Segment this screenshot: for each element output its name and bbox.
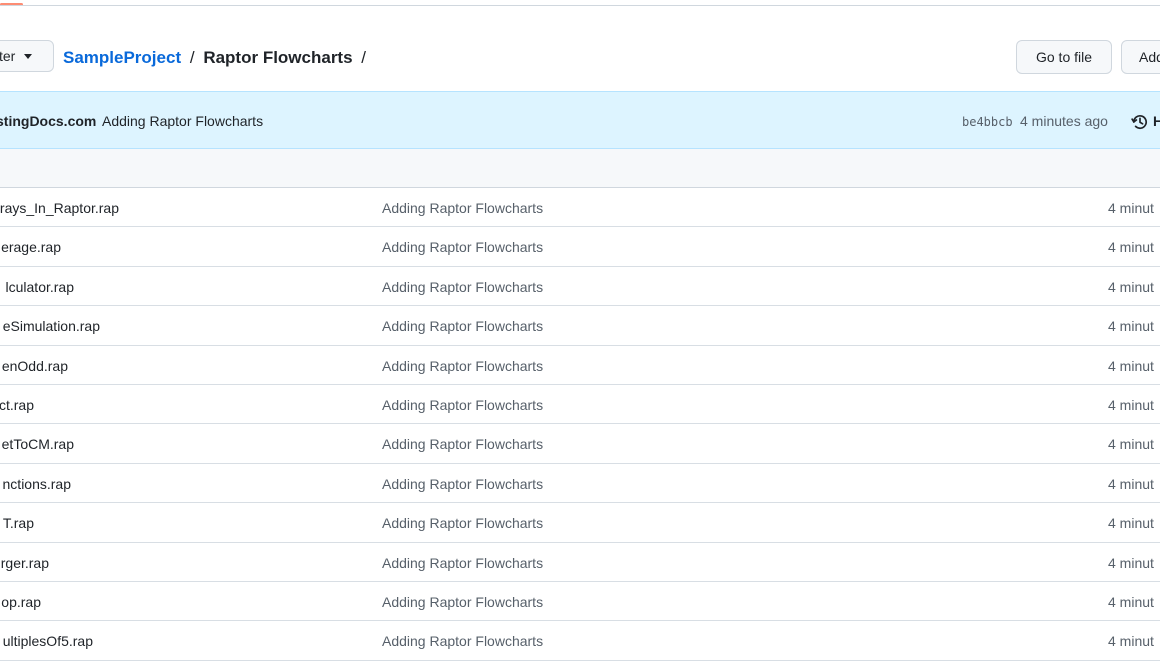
file-commit-message-link[interactable]: Adding Raptor Flowcharts [382,633,543,649]
file-commit-message-link[interactable]: Adding Raptor Flowcharts [382,515,543,531]
breadcrumb-current-folder: Raptor Flowcharts [203,48,353,67]
go-to-file-button[interactable]: Go to file [1016,40,1112,74]
file-commit-time: 4 minut [1108,200,1154,216]
file-commit-time: 4 minut [1108,515,1154,532]
file-name-cell: lculator.rap [0,267,140,306]
file-name-link[interactable]: T.rap [3,515,34,531]
file-row[interactable]: rger.rap Adding Raptor Flowcharts 4 minut [0,542,1160,582]
file-commit-message-link[interactable]: Adding Raptor Flowcharts [382,476,543,492]
file-commit-time: 4 minut [1108,554,1154,571]
file-commit-message-link[interactable]: Adding Raptor Flowcharts [382,239,543,255]
file-commit-time: 4 minut [1108,357,1154,374]
file-row[interactable]: T.rap Adding Raptor Flowcharts 4 minut [0,503,1160,543]
file-name-link[interactable]: rays_In_Raptor.rap [0,200,119,216]
file-commit-message-link[interactable]: Adding Raptor Flowcharts [382,318,543,334]
file-name-cell: nctions.rap [0,464,140,503]
file-commit-message-link[interactable]: Adding Raptor Flowcharts [382,279,543,295]
breadcrumb-repo-link[interactable]: SampleProject [63,48,181,67]
commit-author-link[interactable]: stingDocs.com [0,113,96,129]
file-row[interactable]: ultiplesOf5.rap Adding Raptor Flowcharts 4… [0,621,1160,661]
file-name-link[interactable]: op.rap [1,594,41,610]
file-name-cell: erage.rap [0,227,140,266]
branch-selector-button[interactable]: ter [0,40,54,72]
file-commit-time: 4 minut [1108,397,1154,413]
file-name-cell: eSimulation.rap [0,306,140,345]
breadcrumb-separator: / [361,48,367,67]
file-commit-time: 4 minut [1108,436,1154,453]
file-row[interactable]: etToCM.rap Adding Raptor Flowcharts 4 minu… [0,424,1160,464]
file-commit-time: 4 minut [1108,633,1154,650]
file-row[interactable]: op.rap Adding Raptor Flowcharts 4 minut [0,582,1160,622]
branch-selector-label: ter [0,48,16,64]
caret-down-icon [24,53,33,59]
commit-sha-link[interactable]: be4bbcb [962,115,1013,129]
file-commit-message-link[interactable]: Adding Raptor Flowcharts [382,358,543,374]
breadcrumb: SampleProject / Raptor Flowcharts / [63,47,370,69]
file-row[interactable]: lculator.rap Adding Raptor Flowcharts 4 mi… [0,266,1160,307]
file-row[interactable]: ct.rap Adding Raptor Flowcharts 4 minut [0,385,1160,425]
file-commit-message-link[interactable]: Adding Raptor Flowcharts [382,436,543,452]
file-name-link[interactable]: nctions.rap [3,476,71,492]
file-name-cell: enOdd.rap [0,346,140,385]
file-name-link[interactable]: ultiplesOf5.rap [3,633,93,649]
file-row[interactable]: rays_In_Raptor.rap Adding Raptor Flowchar… [0,188,1160,228]
file-commit-message-link[interactable]: Adding Raptor Flowcharts [382,555,543,571]
file-name-cell: op.rap [0,582,140,621]
file-row[interactable]: eSimulation.rap Adding Raptor Flowcharts 4… [0,306,1160,346]
file-row[interactable]: nctions.rap Adding Raptor Flowcharts 4 min… [0,463,1160,504]
file-commit-message-link[interactable]: Adding Raptor Flowcharts [382,200,543,216]
file-name-link[interactable]: ct.rap [0,397,34,413]
file-commit-time: 4 minut [1108,278,1154,295]
file-commit-time: 4 minut [1108,475,1154,492]
add-file-button[interactable]: Add [1121,40,1160,74]
file-name-cell: rays_In_Raptor.rap [0,188,140,227]
tab-bar-divider [0,5,1160,6]
file-commit-time: 4 minut [1108,318,1154,335]
file-commit-message-link[interactable]: Adding Raptor Flowcharts [382,594,543,610]
file-name-cell: rger.rap [0,543,140,582]
file-name-link[interactable]: eSimulation.rap [3,318,100,334]
file-name-link[interactable]: erage.rap [1,239,61,255]
commit-message-link[interactable]: Adding Raptor Flowcharts [102,113,263,129]
file-name-link[interactable]: etToCM.rap [2,436,74,452]
file-name-cell: ct.rap [0,385,140,424]
file-name-link[interactable]: rger.rap [1,555,49,571]
file-row[interactable]: erage.rap Adding Raptor Flowcharts 4 minut [0,227,1160,267]
file-name-cell: etToCM.rap [0,424,140,463]
file-name-cell: T.rap [0,503,140,542]
file-name-link[interactable]: enOdd.rap [2,358,68,374]
file-name-cell: ultiplesOf5.rap [0,621,140,660]
parent-directory-row[interactable] [0,149,1160,188]
file-commit-message-link[interactable]: Adding Raptor Flowcharts [382,397,543,413]
commit-time: 4 minutes ago [1020,113,1108,129]
history-link[interactable]: H [1153,113,1160,129]
file-name-link[interactable]: lculator.rap [6,279,74,295]
breadcrumb-separator: / [189,48,195,67]
history-icon[interactable] [1131,113,1149,131]
file-commit-time: 4 minut [1108,239,1154,256]
file-commit-time: 4 minut [1108,594,1154,610]
file-row[interactable]: enOdd.rap Adding Raptor Flowcharts 4 minut [0,345,1160,385]
